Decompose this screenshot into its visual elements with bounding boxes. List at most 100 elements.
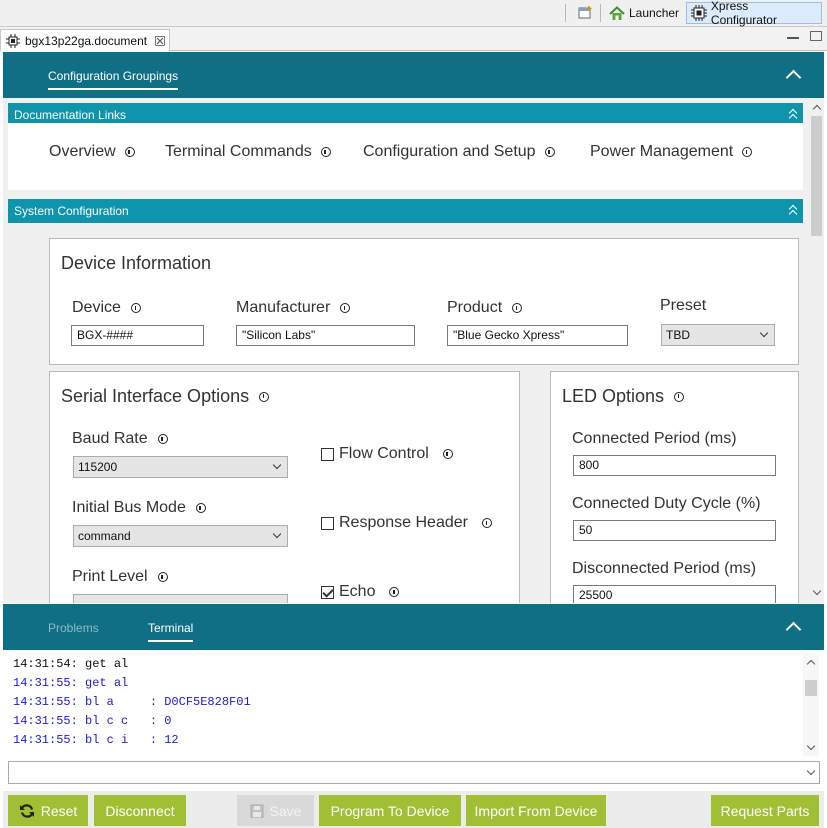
program-to-device-button[interactable]: Program To Device [319, 795, 461, 826]
request-parts-button[interactable]: Request Parts [711, 795, 819, 826]
connected-duty-cycle-input[interactable]: 50 [573, 520, 776, 541]
info-icon[interactable] [742, 147, 753, 157]
system-configuration-bar[interactable]: System Configuration [8, 199, 803, 223]
documentation-links-body: Overview Terminal Commands Configuration… [8, 123, 803, 190]
disconnected-period-label: Disconnected Period (ms) [572, 560, 757, 577]
terminal-timestamp: 14:31:55: [13, 733, 78, 747]
scroll-down-arrow-icon[interactable] [812, 586, 822, 596]
info-icon[interactable] [259, 391, 270, 402]
open-perspective-icon[interactable] [578, 5, 594, 20]
doc-link-terminal-commands[interactable]: Terminal Commands [165, 143, 331, 161]
scrollbar-thumb[interactable] [805, 680, 817, 696]
system-configuration-title: System Configuration [14, 204, 129, 218]
tab-configuration-groupings[interactable]: Configuration Groupings [48, 69, 179, 90]
checkbox-box[interactable] [321, 516, 334, 530]
chip-icon [6, 33, 20, 48]
tab-terminal[interactable]: Terminal [148, 621, 194, 642]
save-disk-icon [250, 804, 264, 817]
chevron-down-icon[interactable] [806, 766, 816, 776]
reset-button[interactable]: Reset [8, 795, 88, 826]
import-from-device-button[interactable]: Import From Device [466, 795, 606, 826]
terminal-scrollbar[interactable] [803, 654, 819, 756]
echo-checkbox[interactable]: Echo [321, 583, 400, 601]
collapse-section-icon[interactable] [788, 108, 798, 123]
doc-link-label: Configuration and Setup [363, 143, 536, 160]
doc-link-configuration-and-setup[interactable]: Configuration and Setup [363, 143, 555, 161]
refresh-icon [19, 803, 34, 818]
disconnected-period-input[interactable]: 25500 [573, 585, 776, 603]
configuration-content: Documentation Links Overview Terminal Co… [3, 98, 809, 603]
info-icon[interactable] [512, 303, 523, 313]
initial-bus-mode-select[interactable]: command [73, 525, 288, 547]
chip-icon [691, 5, 707, 21]
scrollbar-thumb[interactable] [811, 116, 822, 236]
info-icon[interactable] [124, 147, 135, 157]
terminal-line: 14:31:55: bl a : D0CF5E828F01 [13, 695, 251, 709]
terminal-text: bl c c : 0 [85, 714, 172, 728]
info-icon[interactable] [389, 587, 400, 597]
doc-link-label: Overview [49, 143, 116, 160]
terminal-line: 14:31:55: bl c i : 12 [13, 733, 179, 747]
command-input[interactable] [8, 761, 820, 784]
print-level-select[interactable] [73, 594, 288, 603]
info-icon[interactable] [674, 391, 685, 402]
documentation-links-title: Documentation Links [14, 108, 127, 122]
info-icon[interactable] [157, 572, 168, 582]
xpress-configurator-perspective-button[interactable]: Xpress Configurator [686, 0, 822, 27]
initial-bus-mode-label: Initial Bus Mode [72, 499, 206, 517]
save-button[interactable]: Save [237, 795, 314, 826]
serial-interface-panel: Serial Interface Options Baud Rate 11520… [49, 371, 520, 603]
disconnect-button[interactable]: Disconnect [94, 795, 186, 826]
document-tab[interactable]: bgx13p22ga.document [0, 29, 170, 51]
flow-control-checkbox[interactable]: Flow Control [321, 445, 453, 463]
terminal-line: 14:31:55: get al [13, 676, 128, 690]
xpress-configurator-label: Xpress Configurator [710, 0, 777, 27]
connected-period-input[interactable]: 800 [573, 455, 776, 476]
response-header-checkbox[interactable]: Response Header [321, 514, 492, 532]
collapse-chevron-icon[interactable] [785, 69, 802, 86]
info-icon[interactable] [340, 303, 351, 313]
scroll-down-arrow-icon[interactable] [806, 741, 816, 751]
manufacturer-input[interactable]: "Silicon Labs" [236, 325, 415, 346]
info-icon[interactable] [157, 434, 168, 444]
scroll-up-arrow-icon[interactable] [812, 104, 822, 114]
minimize-icon[interactable] [787, 31, 799, 39]
close-tab-icon[interactable] [155, 35, 166, 46]
print-level-label: Print Level [72, 568, 168, 586]
response-header-label: Response Header [339, 514, 468, 531]
launcher-label: Launcher [629, 6, 680, 20]
collapse-section-icon[interactable] [788, 204, 798, 219]
terminal-output[interactable]: 14:31:54: get al 14:31:55: get al 14:31:… [3, 650, 824, 758]
checkbox-box[interactable] [321, 585, 334, 599]
doc-link-power-management[interactable]: Power Management [590, 143, 753, 161]
info-icon[interactable] [195, 503, 206, 513]
product-input[interactable]: "Blue Gecko Xpress" [447, 325, 628, 346]
maximize-icon[interactable] [810, 31, 822, 41]
scroll-up-arrow-icon[interactable] [806, 659, 816, 669]
led-options-title: LED Options [562, 386, 685, 407]
info-icon[interactable] [442, 449, 453, 459]
console-tabs-header: Problems Terminal [3, 604, 824, 650]
flow-control-label: Flow Control [339, 445, 429, 462]
led-options-panel: LED Options Connected Period (ms) 800 Co… [550, 371, 799, 603]
preset-select[interactable]: TBD [661, 324, 775, 346]
doc-link-label: Terminal Commands [165, 143, 312, 160]
doc-link-overview[interactable]: Overview [49, 143, 135, 161]
checkbox-box[interactable] [321, 447, 334, 461]
editor-tab-row: bgx13p22ga.document [0, 27, 827, 51]
home-icon [609, 5, 625, 20]
info-icon[interactable] [544, 147, 555, 157]
collapse-chevron-icon[interactable] [785, 621, 802, 638]
baud-rate-select[interactable]: 115200 [73, 456, 288, 478]
doc-link-label: Power Management [590, 143, 734, 160]
info-icon[interactable] [481, 518, 492, 528]
content-scrollbar[interactable] [809, 98, 824, 603]
launcher-perspective-button[interactable]: Launcher [605, 2, 683, 24]
device-input[interactable]: BGX-#### [71, 325, 204, 346]
tab-problems[interactable]: Problems [48, 621, 99, 635]
info-icon[interactable] [320, 147, 331, 157]
toolbar-separator [600, 4, 601, 22]
terminal-line: 14:31:54: get al [13, 657, 128, 671]
configuration-groupings-header: Configuration Groupings [3, 52, 824, 98]
info-icon[interactable] [130, 303, 141, 313]
